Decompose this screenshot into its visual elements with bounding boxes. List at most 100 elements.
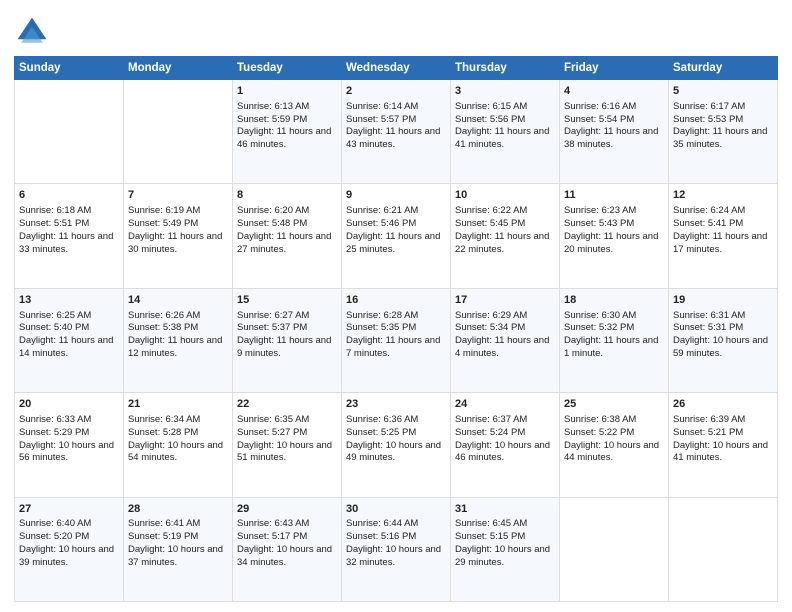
calendar-cell: 3Sunrise: 6:15 AMSunset: 5:56 PMDaylight…	[451, 80, 560, 184]
day-info: Sunrise: 6:20 AM	[237, 205, 337, 218]
day-info: Daylight: 11 hours and 38 minutes.	[564, 126, 664, 152]
day-info: Sunset: 5:59 PM	[237, 114, 337, 127]
day-info: Sunrise: 6:44 AM	[346, 518, 446, 531]
page-header	[14, 10, 778, 50]
day-info: Sunrise: 6:43 AM	[237, 518, 337, 531]
day-info: Sunrise: 6:40 AM	[19, 518, 119, 531]
day-info: Sunset: 5:38 PM	[128, 322, 228, 335]
day-number: 31	[455, 502, 555, 517]
day-info: Daylight: 10 hours and 41 minutes.	[673, 440, 773, 466]
calendar-header: SundayMondayTuesdayWednesdayThursdayFrid…	[15, 57, 778, 80]
day-info: Daylight: 10 hours and 34 minutes.	[237, 544, 337, 570]
day-number: 7	[128, 188, 228, 203]
calendar-cell: 7Sunrise: 6:19 AMSunset: 5:49 PMDaylight…	[124, 184, 233, 288]
day-info: Daylight: 11 hours and 9 minutes.	[237, 335, 337, 361]
calendar-cell: 25Sunrise: 6:38 AMSunset: 5:22 PMDayligh…	[560, 393, 669, 497]
calendar-week-row: 20Sunrise: 6:33 AMSunset: 5:29 PMDayligh…	[15, 393, 778, 497]
day-info: Daylight: 10 hours and 49 minutes.	[346, 440, 446, 466]
day-info: Sunset: 5:40 PM	[19, 322, 119, 335]
weekday-header-friday: Friday	[560, 57, 669, 80]
day-info: Sunrise: 6:41 AM	[128, 518, 228, 531]
day-info: Sunset: 5:25 PM	[346, 427, 446, 440]
weekday-header-thursday: Thursday	[451, 57, 560, 80]
calendar-cell: 12Sunrise: 6:24 AMSunset: 5:41 PMDayligh…	[669, 184, 778, 288]
day-info: Daylight: 10 hours and 39 minutes.	[19, 544, 119, 570]
calendar-cell: 23 Sunrise: 6:36 AMSunset: 5:25 PMDayligh…	[342, 393, 451, 497]
calendar-cell: 4Sunrise: 6:16 AMSunset: 5:54 PMDaylight…	[560, 80, 669, 184]
calendar-cell: 5Sunrise: 6:17 AMSunset: 5:53 PMDaylight…	[669, 80, 778, 184]
day-number: 9	[346, 188, 446, 203]
day-info: Sunset: 5:51 PM	[19, 218, 119, 231]
calendar-cell: 28Sunrise: 6:41 AMSunset: 5:19 PMDayligh…	[124, 497, 233, 601]
day-info: Sunset: 5:28 PM	[128, 427, 228, 440]
calendar-cell: 16Sunrise: 6:28 AMSunset: 5:35 PMDayligh…	[342, 288, 451, 392]
day-info: Sunset: 5:27 PM	[237, 427, 337, 440]
weekday-header-saturday: Saturday	[669, 57, 778, 80]
day-info: Sunrise: 6:25 AM	[19, 310, 119, 323]
calendar-cell: 8Sunrise: 6:20 AMSunset: 5:48 PMDaylight…	[233, 184, 342, 288]
day-info: Sunrise: 6:27 AM	[237, 310, 337, 323]
day-info: Sunset: 5:24 PM	[455, 427, 555, 440]
day-info: Sunset: 5:37 PM	[237, 322, 337, 335]
day-number: 15	[237, 293, 337, 308]
day-info: Daylight: 10 hours and 29 minutes.	[455, 544, 555, 570]
day-number: 21	[128, 397, 228, 412]
day-number: 17	[455, 293, 555, 308]
day-info: Sunset: 5:20 PM	[19, 531, 119, 544]
day-info: Sunset: 5:48 PM	[237, 218, 337, 231]
weekday-header-sunday: Sunday	[15, 57, 124, 80]
calendar-cell: 10Sunrise: 6:22 AMSunset: 5:45 PMDayligh…	[451, 184, 560, 288]
day-info: Sunrise: 6:31 AM	[673, 310, 773, 323]
day-number: 19	[673, 293, 773, 308]
calendar-week-row: 1Sunrise: 6:13 AMSunset: 5:59 PMDaylight…	[15, 80, 778, 184]
day-info: Sunrise: 6:21 AM	[346, 205, 446, 218]
day-number: 20	[19, 397, 119, 412]
day-info: Sunrise: 6:35 AM	[237, 414, 337, 427]
day-number: 22	[237, 397, 337, 412]
day-number: 23	[346, 397, 446, 412]
day-number: 26	[673, 397, 773, 412]
day-number: 27	[19, 502, 119, 517]
day-info: Sunset: 5:46 PM	[346, 218, 446, 231]
day-info: Sunset: 5:29 PM	[19, 427, 119, 440]
day-info: Sunrise: 6:34 AM	[128, 414, 228, 427]
day-number: 6	[19, 188, 119, 203]
calendar-cell: 6Sunrise: 6:18 AMSunset: 5:51 PMDaylight…	[15, 184, 124, 288]
day-info: Sunset: 5:54 PM	[564, 114, 664, 127]
day-number: 5	[673, 84, 773, 99]
calendar-cell: 21Sunrise: 6:34 AMSunset: 5:28 PMDayligh…	[124, 393, 233, 497]
calendar-cell	[669, 497, 778, 601]
day-number: 29	[237, 502, 337, 517]
calendar-cell	[124, 80, 233, 184]
day-info: Sunset: 5:31 PM	[673, 322, 773, 335]
calendar-body: 1Sunrise: 6:13 AMSunset: 5:59 PMDaylight…	[15, 80, 778, 602]
day-number: 11	[564, 188, 664, 203]
calendar-cell: 13Sunrise: 6:25 AMSunset: 5:40 PMDayligh…	[15, 288, 124, 392]
logo	[14, 14, 54, 50]
day-number: 28	[128, 502, 228, 517]
day-info: Sunrise: 6:24 AM	[673, 205, 773, 218]
day-info: Sunset: 5:15 PM	[455, 531, 555, 544]
day-info: Sunset: 5:22 PM	[564, 427, 664, 440]
day-number: 14	[128, 293, 228, 308]
calendar-cell: 30Sunrise: 6:44 AMSunset: 5:16 PMDayligh…	[342, 497, 451, 601]
calendar-cell: 9Sunrise: 6:21 AMSunset: 5:46 PMDaylight…	[342, 184, 451, 288]
day-info: Sunrise: 6:14 AM	[346, 101, 446, 114]
day-info: Sunrise: 6:30 AM	[564, 310, 664, 323]
calendar-cell: 20Sunrise: 6:33 AMSunset: 5:29 PMDayligh…	[15, 393, 124, 497]
logo-icon	[14, 14, 50, 50]
day-info: Daylight: 11 hours and 7 minutes.	[346, 335, 446, 361]
day-info: Daylight: 10 hours and 37 minutes.	[128, 544, 228, 570]
day-info: Sunrise: 6:16 AM	[564, 101, 664, 114]
calendar-table: SundayMondayTuesdayWednesdayThursdayFrid…	[14, 56, 778, 602]
weekday-header-row: SundayMondayTuesdayWednesdayThursdayFrid…	[15, 57, 778, 80]
calendar-cell: 2Sunrise: 6:14 AMSunset: 5:57 PMDaylight…	[342, 80, 451, 184]
calendar-cell	[560, 497, 669, 601]
day-info: Sunset: 5:49 PM	[128, 218, 228, 231]
day-info: Sunset: 5:56 PM	[455, 114, 555, 127]
calendar-week-row: 13Sunrise: 6:25 AMSunset: 5:40 PMDayligh…	[15, 288, 778, 392]
day-number: 24	[455, 397, 555, 412]
day-info: Sunrise: 6:22 AM	[455, 205, 555, 218]
calendar-cell: 26Sunrise: 6:39 AMSunset: 5:21 PMDayligh…	[669, 393, 778, 497]
day-info: Sunrise: 6:36 AM	[346, 414, 446, 427]
